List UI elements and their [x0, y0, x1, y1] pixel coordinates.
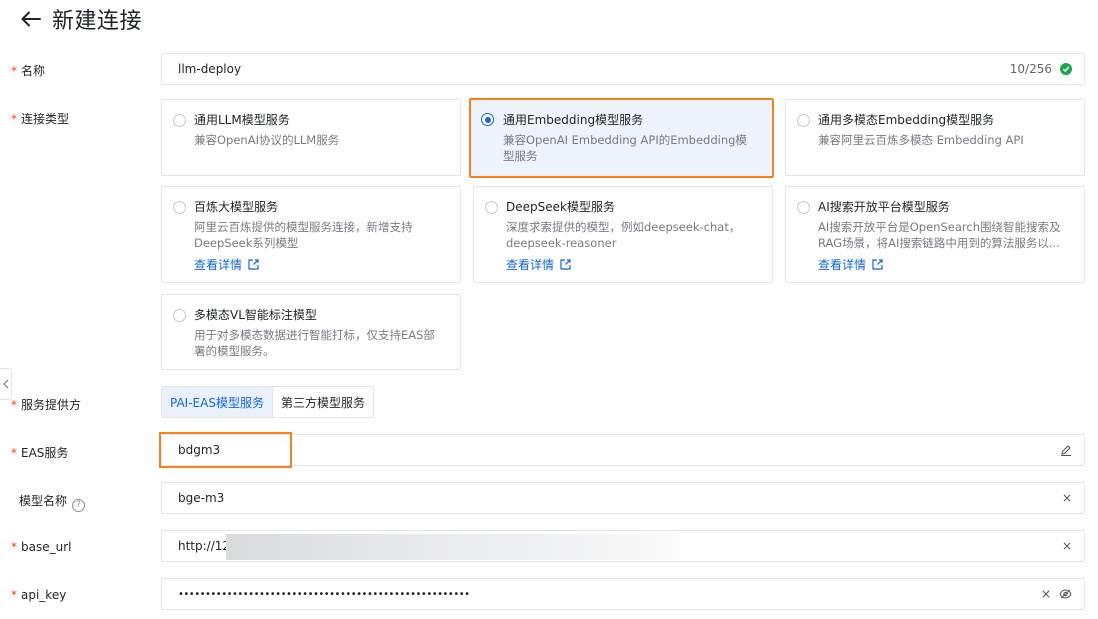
radio-icon[interactable]	[173, 201, 186, 214]
connection-type-option[interactable]: AI搜索开放平台模型服务 AI搜索开放平台是OpenSearch围绕智能搜索及R…	[785, 186, 1085, 283]
page-title: 新建连接	[52, 9, 143, 34]
connection-type-option[interactable]: DeepSeek模型服务 深度求索提供的模型，例如deepseek-chat，d…	[473, 186, 773, 283]
eas-service-label: * EAS服务	[11, 446, 69, 460]
chevron-left-icon	[2, 379, 8, 389]
name-input[interactable]: llm-deploy 10/256	[161, 53, 1085, 85]
clear-icon[interactable]: ×	[1062, 540, 1072, 552]
provider-option-pai-eas[interactable]: PAI-EAS模型服务	[162, 387, 272, 417]
eas-service-input[interactable]: bdgm3	[161, 434, 1085, 466]
radio-icon[interactable]	[797, 114, 810, 127]
radio-icon[interactable]	[485, 201, 498, 214]
radio-icon[interactable]	[173, 114, 186, 127]
eye-off-icon[interactable]	[1059, 589, 1072, 599]
connection-type-option[interactable]: 通用LLM模型服务 兼容OpenAI协议的LLM服务	[161, 99, 461, 176]
page-header: 新建连接	[20, 4, 142, 34]
clear-icon[interactable]: ×	[1062, 492, 1072, 504]
connection-type-option-selected[interactable]: 通用Embedding模型服务 兼容OpenAI Embedding API的E…	[469, 98, 774, 178]
view-details-link[interactable]: 查看详情	[194, 256, 259, 273]
radio-icon[interactable]	[173, 309, 186, 322]
provider-label: * 服务提供方	[11, 398, 82, 412]
base-url-label: * base_url	[11, 540, 72, 554]
connection-type-option[interactable]: 百炼大模型服务 阿里云百炼提供的模型服务连接，新增支持DeepSeek系列模型 …	[161, 186, 461, 283]
help-icon[interactable]: ?	[72, 498, 86, 512]
connection-type-option[interactable]: 通用多模态Embedding模型服务 兼容阿里云百炼多模态 Embedding …	[785, 99, 1085, 176]
radio-icon[interactable]	[797, 201, 810, 214]
provider-option-third-party[interactable]: 第三方模型服务	[271, 387, 373, 417]
redacted-url-overlay	[226, 534, 680, 560]
view-details-link[interactable]: 查看详情	[818, 256, 883, 273]
connection-type-option[interactable]: 多模态VL智能标注模型 用于对多模态数据进行智能打标，仅支持EAS部署的模型服务…	[161, 294, 461, 370]
char-counter: 10/256	[1009, 62, 1052, 76]
external-link-icon	[248, 259, 259, 270]
external-link-icon	[560, 259, 571, 270]
model-name-input[interactable]: bge-m3 ×	[161, 482, 1085, 514]
check-circle-icon	[1060, 63, 1072, 75]
api-key-label: * api_key	[11, 588, 67, 602]
edit-icon[interactable]	[1060, 444, 1072, 456]
model-name-label: 模型名称?	[19, 492, 86, 512]
view-details-link[interactable]: 查看详情	[506, 256, 571, 273]
radio-checked-icon[interactable]	[481, 113, 494, 126]
clear-icon[interactable]: ×	[1041, 588, 1051, 600]
external-link-icon	[872, 259, 883, 270]
arrow-left-icon[interactable]	[20, 8, 42, 30]
provider-segmented-control: PAI-EAS模型服务 第三方模型服务	[161, 386, 374, 418]
name-label: * 名称	[11, 64, 46, 78]
api-key-input[interactable]: ••••••••••••••••••••••••••••••••••••••••…	[161, 578, 1085, 610]
connection-type-label: * 连接类型	[11, 112, 70, 126]
